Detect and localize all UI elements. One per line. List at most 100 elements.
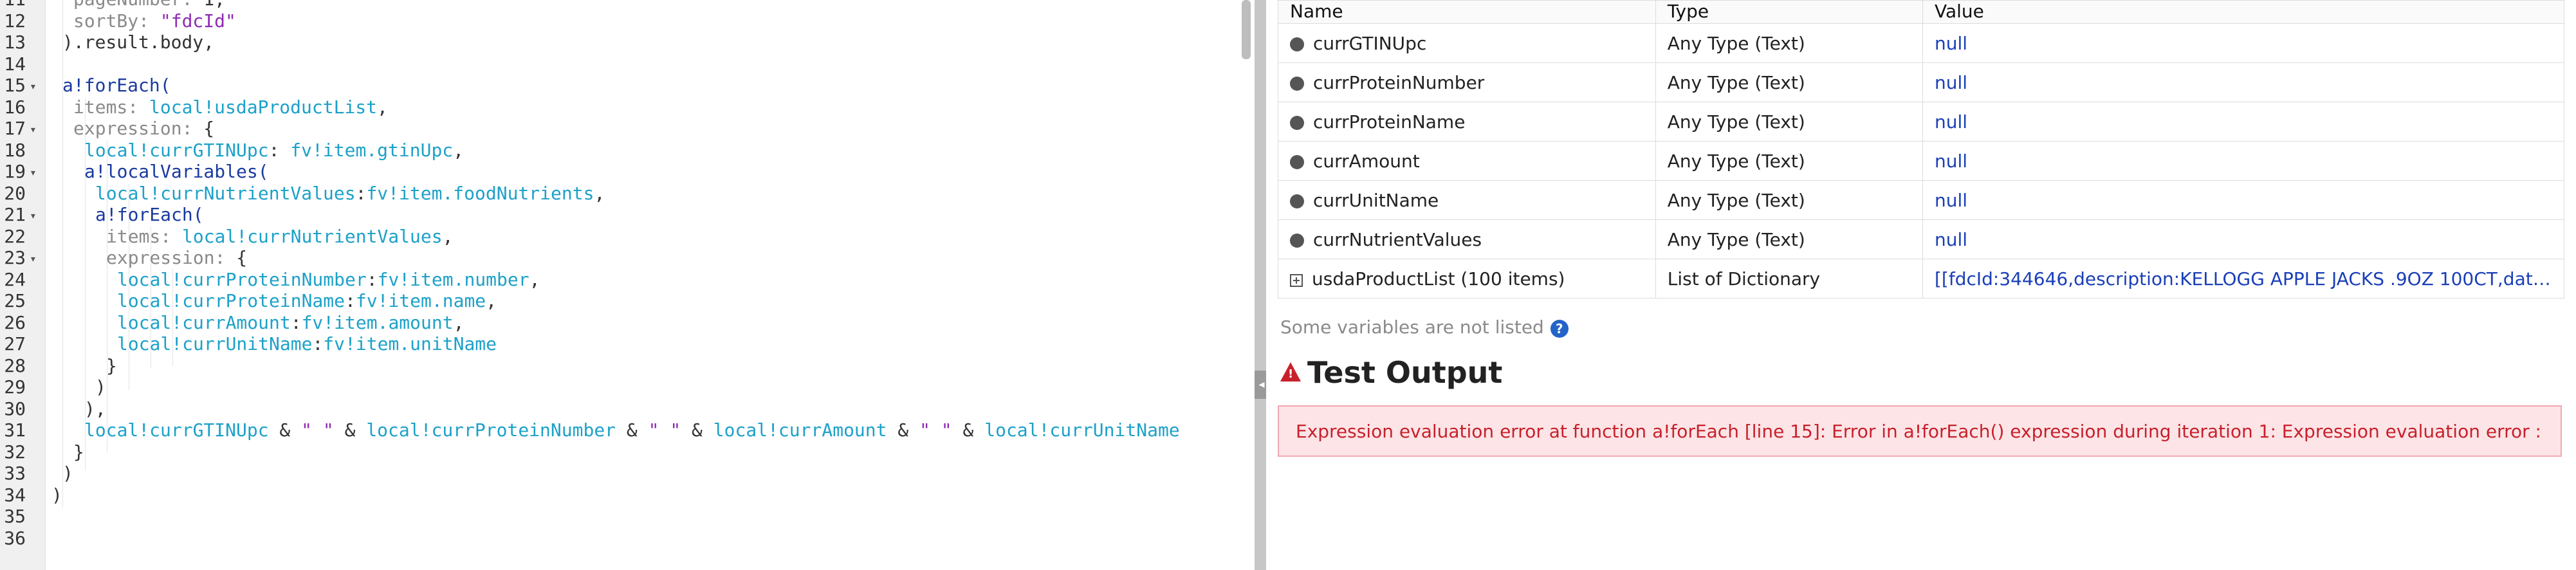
code-line[interactable]: 18 local!currGTINUpc: fv!item.gtinUpc, (0, 140, 1248, 161)
code-line[interactable]: 15 ▾ a!forEach( (0, 75, 1248, 96)
pane-splitter[interactable] (1255, 0, 1266, 570)
code-text: expression: { (73, 118, 214, 139)
code-line[interactable]: 24 local!currProteinNumber:fv!item.number… (0, 269, 1248, 290)
table-row[interactable]: currAmount Any Type (Text) null (1278, 141, 2564, 181)
variable-value-link[interactable]: null (1922, 23, 2564, 63)
variable-value-link[interactable]: null (1922, 219, 2564, 259)
code-line[interactable]: 28} (0, 355, 1248, 376)
code-line[interactable]: 26 local!currAmount:fv!item.amount, (0, 312, 1248, 333)
code-token: local!currProteinNumber (117, 268, 367, 290)
code-token: 1, (203, 0, 225, 10)
code-line[interactable]: 35 (0, 506, 1248, 527)
code-line[interactable]: 19 ▾ a!localVariables( (0, 161, 1248, 182)
code-token: expression: (106, 247, 237, 268)
variable-value-link[interactable]: null (1922, 102, 2564, 142)
fold-arrow-icon[interactable]: ▾ (30, 205, 37, 226)
line-number: 25 (4, 290, 26, 311)
code-text: local!currGTINUpc & " " & local!currProt… (84, 419, 1180, 441)
code-text: items: local!usdaProductList, (73, 97, 388, 118)
line-number: 33 (4, 463, 26, 484)
help-icon[interactable]: ? (1550, 320, 1569, 338)
code-line[interactable]: 25 local!currProteinName:fv!item.name, (0, 290, 1248, 311)
code-token: local!currGTINUpc (84, 419, 269, 441)
code-token: a!localVariables( (84, 161, 269, 182)
code-line[interactable]: 31 local!currGTINUpc & " " & local!currPr… (0, 419, 1248, 441)
code-token: fv!item.number (377, 268, 529, 290)
code-line[interactable]: 16 items: local!usdaProductList, (0, 97, 1248, 118)
code-token: { (236, 247, 248, 268)
code-line[interactable]: 14 (0, 53, 1248, 75)
code-line[interactable]: 33) (0, 463, 1248, 484)
fold-arrow-icon[interactable]: ▾ (30, 76, 37, 97)
variable-value-link[interactable]: [[fdcId:344646,description:KELLOGG APPLE… (1922, 259, 2564, 299)
table-row[interactable]: currProteinNumber Any Type (Text) null (1278, 62, 2564, 102)
line-number: 21 (4, 204, 26, 225)
code-token: : (268, 139, 291, 161)
code-line[interactable]: 13).result.body, (0, 32, 1248, 53)
code-token: expression: (73, 118, 204, 139)
variable-name: currProteinNumber (1313, 71, 1485, 93)
code-token: : (290, 311, 302, 333)
code-line[interactable]: 29) (0, 376, 1248, 398)
code-text: a!forEach( (95, 204, 204, 225)
code-token: ). (62, 32, 84, 53)
code-token: local!currGTINUpc (84, 139, 269, 161)
code-token: result.body, (84, 32, 215, 53)
code-token: local!currProteinName (117, 290, 345, 311)
code-token: , (486, 290, 497, 311)
code-token: pageNumber: (73, 0, 203, 10)
code-token: ) (62, 463, 73, 484)
variable-type-cell: List of Dictionary (1655, 259, 1924, 299)
code-editor[interactable]: 11pageNumber: 1,12sortBy: "fdcId"13).res… (0, 0, 1255, 570)
code-token: local!currAmount (713, 419, 887, 441)
table-row[interactable]: currNutrientValues Any Type (Text) null (1278, 219, 2564, 259)
line-number: 22 (4, 225, 26, 247)
code-token: } (73, 441, 84, 463)
code-line[interactable]: 36 (0, 528, 1248, 549)
code-line[interactable]: 12 sortBy: "fdcId" (0, 10, 1248, 32)
error-message: Expression evaluation error at function … (1296, 421, 2541, 442)
fold-arrow-icon[interactable]: ▾ (30, 248, 37, 270)
code-token: & (887, 419, 920, 441)
code-line[interactable]: 22 items: local!currNutrientValues, (0, 226, 1248, 247)
code-token: local!currUnitName (117, 333, 313, 354)
code-line[interactable]: 17 ▾ expression: { (0, 118, 1248, 139)
line-number: 23 (4, 247, 26, 268)
code-line[interactable]: 11 pageNumber: 1, (0, 0, 1248, 10)
code-line[interactable]: 32} (0, 441, 1248, 463)
line-number: 17 (4, 118, 26, 139)
table-row[interactable]: currUnitName Any Type (Text) null (1278, 180, 2564, 220)
variable-name-cell: currProteinName (1278, 102, 1656, 142)
code-token: & (268, 419, 302, 441)
variable-name: currAmount (1313, 150, 1420, 172)
column-header-type: Type (1655, 0, 1924, 24)
code-token: fv!item.name (355, 290, 486, 311)
variable-name: currUnitName (1313, 189, 1439, 211)
code-line[interactable]: 27 local!currUnitName:fv!item.unitName (0, 333, 1248, 354)
note-text: Some variables are not listed (1280, 317, 1544, 338)
fold-arrow-icon[interactable]: ▾ (30, 119, 37, 140)
code-line[interactable]: 30), (0, 398, 1248, 419)
line-number: 18 (4, 139, 26, 161)
code-line[interactable]: 23 ▾ expression: { (0, 247, 1248, 268)
line-number: 12 (4, 10, 26, 32)
table-row[interactable]: currGTINUpc Any Type (Text) null (1278, 23, 2564, 63)
variable-value-link[interactable]: null (1922, 141, 2564, 181)
code-line[interactable]: 21 ▾ a!forEach( (0, 204, 1248, 225)
table-row[interactable]: currProteinName Any Type (Text) null (1278, 102, 2564, 142)
variable-value-link[interactable]: null (1922, 180, 2564, 220)
code-line[interactable]: 34) (0, 484, 1248, 506)
fold-arrow-icon[interactable]: ▾ (30, 162, 37, 183)
expand-plus-icon[interactable] (1290, 273, 1303, 287)
line-number: 35 (4, 506, 26, 527)
code-text: ) (62, 463, 73, 484)
code-line[interactable]: 20 local!currNutrientValues:fv!item.foodN… (0, 183, 1248, 204)
variable-value-link[interactable]: null (1922, 62, 2564, 102)
variable-type-cell: Any Type (Text) (1655, 219, 1924, 259)
variable-type-cell: Any Type (Text) (1655, 23, 1924, 63)
line-number: 34 (4, 484, 26, 506)
table-row[interactable]: usdaProductList (100 items) List of Dicti… (1278, 259, 2564, 299)
code-text: local!currUnitName:fv!item.unitName (117, 333, 497, 354)
variable-dot-icon (1290, 37, 1304, 51)
variable-dot-icon (1290, 233, 1304, 248)
